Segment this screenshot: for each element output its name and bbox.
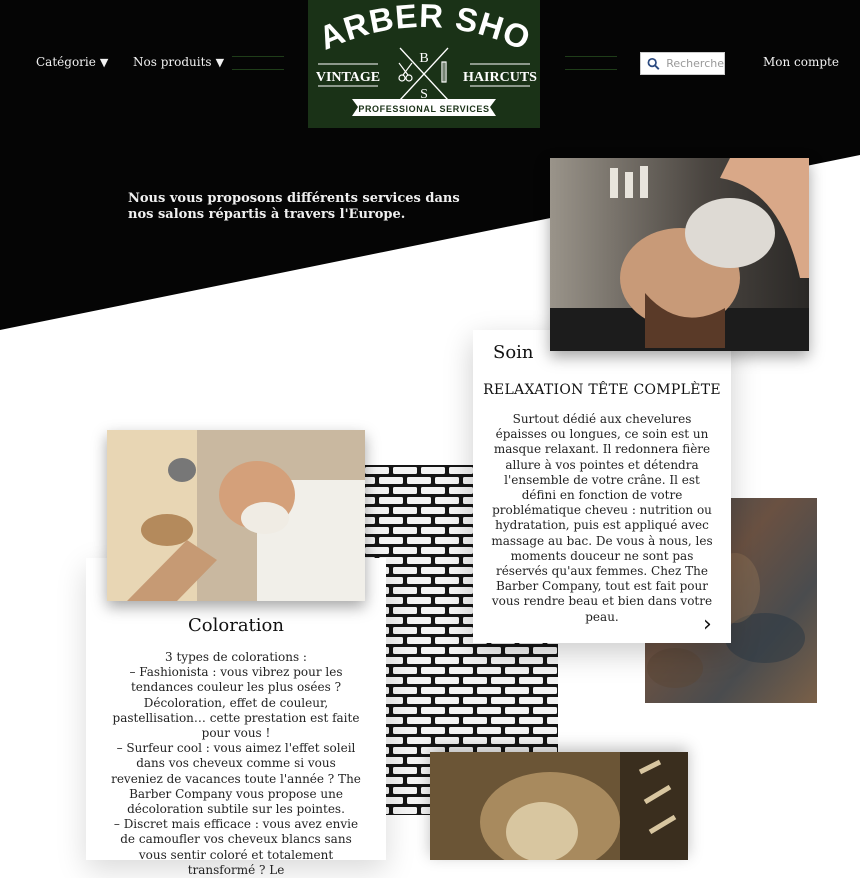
nav-categorie-label: Catégorie <box>36 55 96 69</box>
nav-produits[interactable]: Nos produits ▼ <box>133 55 224 69</box>
nav-divider <box>232 56 284 70</box>
intro-text: Nous vous proposons différents services … <box>128 191 460 222</box>
logo-haircuts: HAIRCUTS <box>463 70 537 85</box>
logo-vintage: VINTAGE <box>316 70 380 85</box>
nav-compte-label: Mon compte <box>763 55 839 69</box>
soin-title: RELAXATION TÊTE COMPLÈTE <box>483 382 721 398</box>
logo-ribbon: PROFESSIONAL SERVICES <box>358 104 489 114</box>
caret-down-icon: ▼ <box>215 56 225 69</box>
razor-icon <box>441 61 447 83</box>
soin-service-card: Soin RELAXATION TÊTE COMPLÈTE Surtout dé… <box>473 330 731 643</box>
coloration-title: Coloration <box>188 615 284 636</box>
hair-wash-photo <box>550 158 809 351</box>
nav-produits-label: Nos produits <box>133 55 212 69</box>
barber-shop-logo[interactable]: BARBER SHOP VINTAGE HAIRCUTS B S PROFESS… <box>296 0 540 128</box>
beard-trim-photo <box>430 752 688 860</box>
chevron-right-icon[interactable]: › <box>703 614 712 636</box>
logo-title: BARBER SHOP <box>308 0 536 57</box>
nav-mon-compte[interactable]: Mon compte <box>763 55 839 69</box>
search-input[interactable]: Recherche <box>640 52 725 75</box>
coloration-service-card: Coloration 3 types de colorations : – Fa… <box>86 558 386 877</box>
soin-description: Surtout dédié aux chevelures épaisses ou… <box>491 412 713 624</box>
nav-divider <box>565 56 617 70</box>
nav-categorie[interactable]: Catégorie ▼ <box>36 55 108 69</box>
beard-shave-photo <box>107 430 365 601</box>
logo-initial-b: B <box>419 51 428 66</box>
coloration-description: 3 types de colorations : – Fashionista :… <box>111 650 361 877</box>
search-placeholder: Recherche <box>666 57 724 70</box>
logo-graphic: BARBER SHOP VINTAGE HAIRCUTS B S PROFESS… <box>296 0 537 116</box>
search-icon <box>647 57 660 70</box>
scissors-icon <box>398 62 413 82</box>
caret-down-icon: ▼ <box>99 56 109 69</box>
soin-category: Soin <box>493 342 534 363</box>
